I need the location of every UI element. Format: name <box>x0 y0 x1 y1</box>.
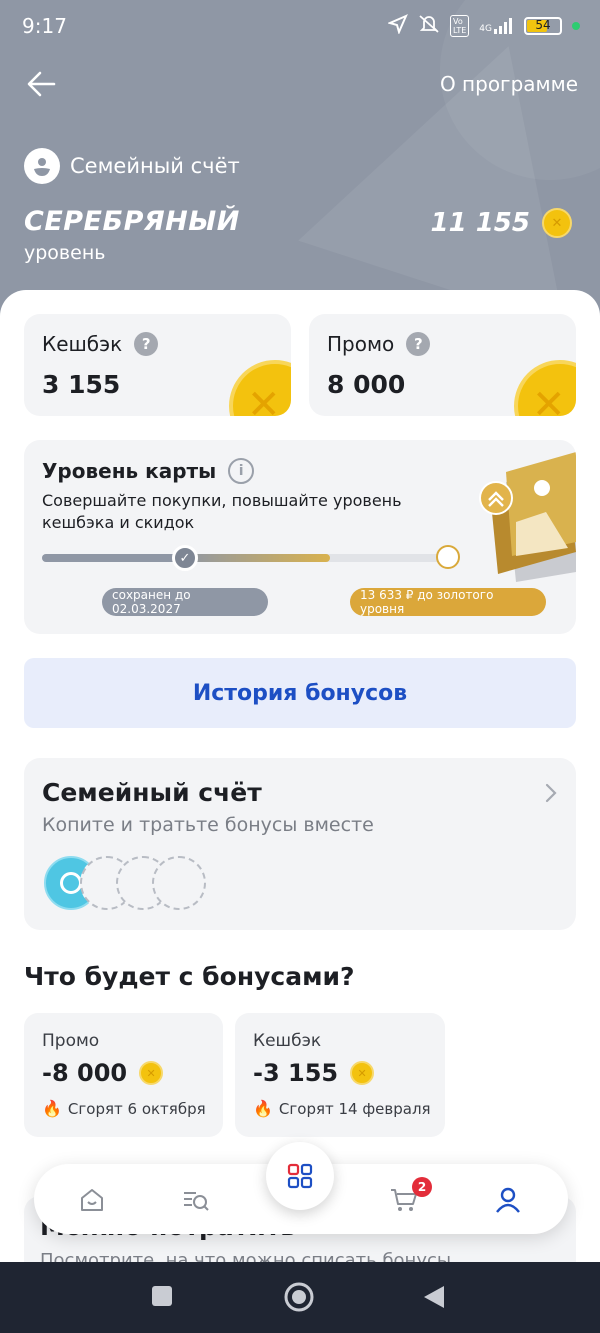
goal-marker <box>436 545 460 569</box>
level-progress-bar <box>42 554 448 562</box>
coin-icon: ✕ <box>139 1061 164 1085</box>
family-account-card[interactable]: Семейный счёт Копите и тратьте бонусы вм… <box>24 758 576 930</box>
arrow-left-icon <box>27 71 56 97</box>
tab-services[interactable] <box>266 1142 334 1210</box>
fire-icon: 🔥 <box>253 1099 273 1118</box>
saved-until-badge: сохранен до 02.03.2027 <box>102 588 268 616</box>
status-bar: 9:17 Vo LTE 4G 54 <box>0 0 600 48</box>
level-header: 9:17 Vo LTE 4G 54 О программе Семейный с… <box>0 0 600 320</box>
expiry-title: Кешбэк <box>253 1031 322 1051</box>
tab-profile[interactable] <box>490 1182 526 1218</box>
expiry-value: -8 000 <box>42 1059 128 1087</box>
tab-catalog[interactable] <box>178 1182 214 1218</box>
cashback-title: Кешбэк <box>42 332 123 356</box>
card-level-description: Совершайте покупки, повышайте уровень ке… <box>42 491 402 532</box>
expiry-heading: Что будет с бонусами? <box>24 962 355 991</box>
check-icon: ✓ <box>172 545 198 571</box>
promo-balance-card[interactable]: Промо ? 8 000 ✕ <box>309 314 576 416</box>
triangle-back-icon <box>424 1286 444 1308</box>
signal-icon: 4G <box>479 18 514 34</box>
battery-icon: 54 <box>524 17 562 35</box>
expiry-note: Сгорят 6 октября <box>67 1099 206 1118</box>
family-avatars <box>44 856 244 912</box>
coin-icon: ✕ <box>542 208 572 238</box>
square-icon <box>152 1286 172 1306</box>
coin-illustration: ✕ <box>229 360 291 416</box>
empty-avatar-slot <box>152 856 206 910</box>
card-level-panel[interactable]: Уровень карты i Совершайте покупки, повы… <box>24 440 576 634</box>
expiry-value: -3 155 <box>253 1059 339 1087</box>
status-time: 9:17 <box>22 14 67 38</box>
cashback-expiry-card[interactable]: Кешбэк -3 155 ✕ 🔥 Сгорят 14 февраля <box>235 1013 445 1137</box>
cashback-value: 3 155 <box>42 370 121 399</box>
promo-expiry-card[interactable]: Промо -8 000 ✕ 🔥 Сгорят 6 октября <box>24 1013 223 1137</box>
cart-badge: 2 <box>412 1177 432 1197</box>
cards-illustration <box>479 452 576 582</box>
network-type: 4G <box>479 24 492 34</box>
promo-title: Промо <box>327 332 395 356</box>
coin-illustration: ✕ <box>514 360 576 416</box>
family-icon <box>24 148 60 184</box>
grid-icon <box>287 1163 313 1189</box>
system-nav-bar <box>0 1262 600 1333</box>
total-points-value: 11 155 <box>430 208 530 238</box>
family-account-row[interactable]: Семейный счёт <box>24 148 240 184</box>
family-card-subtitle: Копите и тратьте бонусы вместе <box>42 814 374 836</box>
chevron-right-icon <box>544 782 558 810</box>
mute-icon <box>418 14 440 38</box>
coin-icon: ✕ <box>350 1061 375 1085</box>
family-card-title: Семейный счёт <box>42 778 262 807</box>
catalog-search-icon <box>184 1192 209 1211</box>
to-gold-badge: 13 633 ₽ до золотого уровня <box>350 588 546 616</box>
promo-value: 8 000 <box>327 370 406 399</box>
circle-icon <box>284 1282 314 1312</box>
tab-home[interactable] <box>74 1182 110 1218</box>
location-icon <box>387 14 408 38</box>
info-icon[interactable]: i <box>228 458 255 484</box>
volte-icon: Vo LTE <box>450 15 470 37</box>
bonus-history-button[interactable]: История бонусов <box>24 658 576 728</box>
home-icon <box>81 1189 103 1211</box>
expiry-title: Промо <box>42 1031 100 1051</box>
cashback-balance-card[interactable]: Кешбэк ? 3 155 ✕ <box>24 314 291 416</box>
expiry-note: Сгорят 14 февраля <box>278 1099 431 1118</box>
recents-button[interactable] <box>150 1284 174 1312</box>
fire-icon: 🔥 <box>42 1099 62 1118</box>
battery-level: 54 <box>535 18 551 32</box>
help-icon[interactable]: ? <box>406 332 431 356</box>
profile-icon <box>496 1187 520 1213</box>
family-account-label: Семейный счёт <box>70 154 240 178</box>
back-nav-button[interactable] <box>422 1284 446 1314</box>
camera-dot <box>572 22 580 30</box>
about-program-link[interactable]: О программе <box>440 72 578 96</box>
level-subtitle: уровень <box>24 242 106 264</box>
total-points: 11 155 ✕ <box>430 208 572 238</box>
back-button[interactable] <box>24 66 60 102</box>
help-icon[interactable]: ? <box>134 332 159 356</box>
card-level-title: Уровень карты <box>42 459 217 483</box>
home-button[interactable] <box>283 1281 315 1317</box>
level-name: СЕРЕБРЯНЫЙ <box>24 206 240 237</box>
